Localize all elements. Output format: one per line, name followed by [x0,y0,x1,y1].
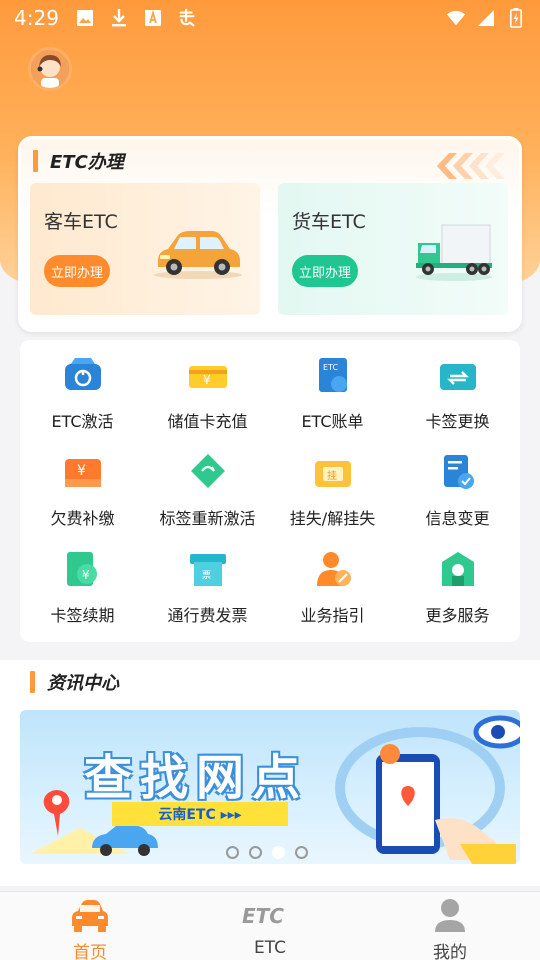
option-label: 货车ETC [292,211,366,233]
service-item[interactable]: 业务指引 [270,548,395,645]
carousel-dot[interactable] [295,846,308,859]
service-item[interactable]: ETC激活 [20,354,145,451]
svg-text:ETC: ETC [323,363,338,372]
svg-text:¥: ¥ [203,373,211,387]
svg-text:票: 票 [202,570,211,581]
service-label: ETC账单 [301,412,364,431]
svg-text:ETC: ETC [242,904,284,928]
banner-subtitle: 云南ETC ▸▸▸ [112,802,288,826]
service-label: ETC激活 [51,412,114,431]
carousel-dot[interactable] [249,846,262,859]
service-label: 信息变更 [425,509,490,528]
apply-now-button[interactable]: 立即办理 [44,255,110,287]
bill-icon: ETC [311,356,355,396]
title-accent-bar [30,671,35,693]
services-grid-panel: ETC激活 ¥ 储值卡充值 ETC ETC账单 卡签更换 ¥ 欠费补缴 标签重新激活挂挂失/解挂… [20,340,520,642]
battery-icon [506,8,526,28]
signal-icon [476,8,496,28]
truck-icon [414,221,494,287]
tab-label: 我的 [433,943,467,960]
svg-text:¥: ¥ [77,463,86,479]
apply-now-button[interactable]: 立即办理 [292,255,358,287]
service-item[interactable]: 挂挂失/解挂失 [270,451,395,548]
a-box-icon [143,8,163,28]
etc-apply-card: ETC办理 客车ETC 立即办理 货车ETC 立即办理 [18,136,522,332]
chevron-decoration-icon [433,151,505,181]
service-label: 挂失/解挂失 [289,509,376,528]
title-accent-bar [33,150,38,172]
etc-section-title: ETC办理 [33,149,124,173]
svg-text:挂: 挂 [327,469,337,482]
carousel-dot[interactable] [272,846,285,859]
renew-icon: ¥ [61,550,105,590]
car-activate-icon [61,356,105,396]
news-center-section: 资讯中心 查找网点 云南ETC ▸▸▸ [0,660,540,886]
tab-etc[interactable]: ETC ETC [180,892,360,960]
info-change-icon [436,453,480,493]
service-item[interactable]: ¥ 储值卡充值 [145,354,270,451]
arrears-icon: ¥ [61,453,105,493]
truck-etc-option[interactable]: 货车ETC 立即办理 [278,183,508,315]
download-icon [109,8,129,28]
wifi-icon [446,8,466,28]
service-item[interactable]: 卡签更换 [395,354,520,451]
option-label: 客车ETC [44,211,118,233]
car-icon [150,221,246,285]
report-loss-icon: 挂 [311,453,355,493]
service-item[interactable]: 票通行费发票 [145,548,270,645]
tab-label: ETC [254,938,286,958]
tab-label: 首页 [73,943,107,960]
service-label: 卡签续期 [50,606,115,625]
service-label: 储值卡充值 [167,412,248,431]
card-swap-icon [436,356,480,396]
more-services-icon [436,550,480,590]
service-label: 通行费发票 [167,606,248,625]
service-label: 欠费补缴 [50,509,115,528]
bottom-tab-bar: 首页 ETC ETC 我的 [0,891,540,960]
banner-headline: 查找网点 [84,750,309,806]
service-label: 卡签更换 [425,412,490,431]
status-time: 4:29 [14,6,59,30]
bug-icon [177,8,197,28]
tab-home[interactable]: 首页 [0,892,180,960]
news-section-title: 资讯中心 [30,670,119,694]
tag-reactivate-icon [186,453,230,493]
find-outlets-banner[interactable]: 查找网点 云南ETC ▸▸▸ [20,710,520,864]
invoice-icon: 票 [186,550,230,590]
avatar[interactable] [28,47,72,91]
service-item[interactable]: 信息变更 [395,451,520,548]
service-item[interactable]: 更多服务 [395,548,520,645]
image-icon [75,8,95,28]
tab-mine[interactable]: 我的 [360,892,540,960]
svg-text:¥: ¥ [82,568,90,582]
status-bar: 4:29 [0,0,540,36]
etc-logo-icon: ETC [240,898,300,934]
guide-icon [311,550,355,590]
service-label: 标签重新激活 [159,509,256,528]
carousel-dot[interactable] [226,846,239,859]
service-item[interactable]: ETC ETC账单 [270,354,395,451]
service-item[interactable]: ¥ 卡签续期 [20,548,145,645]
service-label: 业务指引 [300,606,365,625]
user-icon [433,898,467,934]
service-item[interactable]: 标签重新激活 [145,451,270,548]
home-car-icon [68,898,112,934]
card-yuan-icon: ¥ [186,356,230,396]
passenger-car-etc-option[interactable]: 客车ETC 立即办理 [30,183,260,315]
carousel-dots [226,846,308,859]
service-item[interactable]: ¥ 欠费补缴 [20,451,145,548]
service-label: 更多服务 [425,606,490,625]
